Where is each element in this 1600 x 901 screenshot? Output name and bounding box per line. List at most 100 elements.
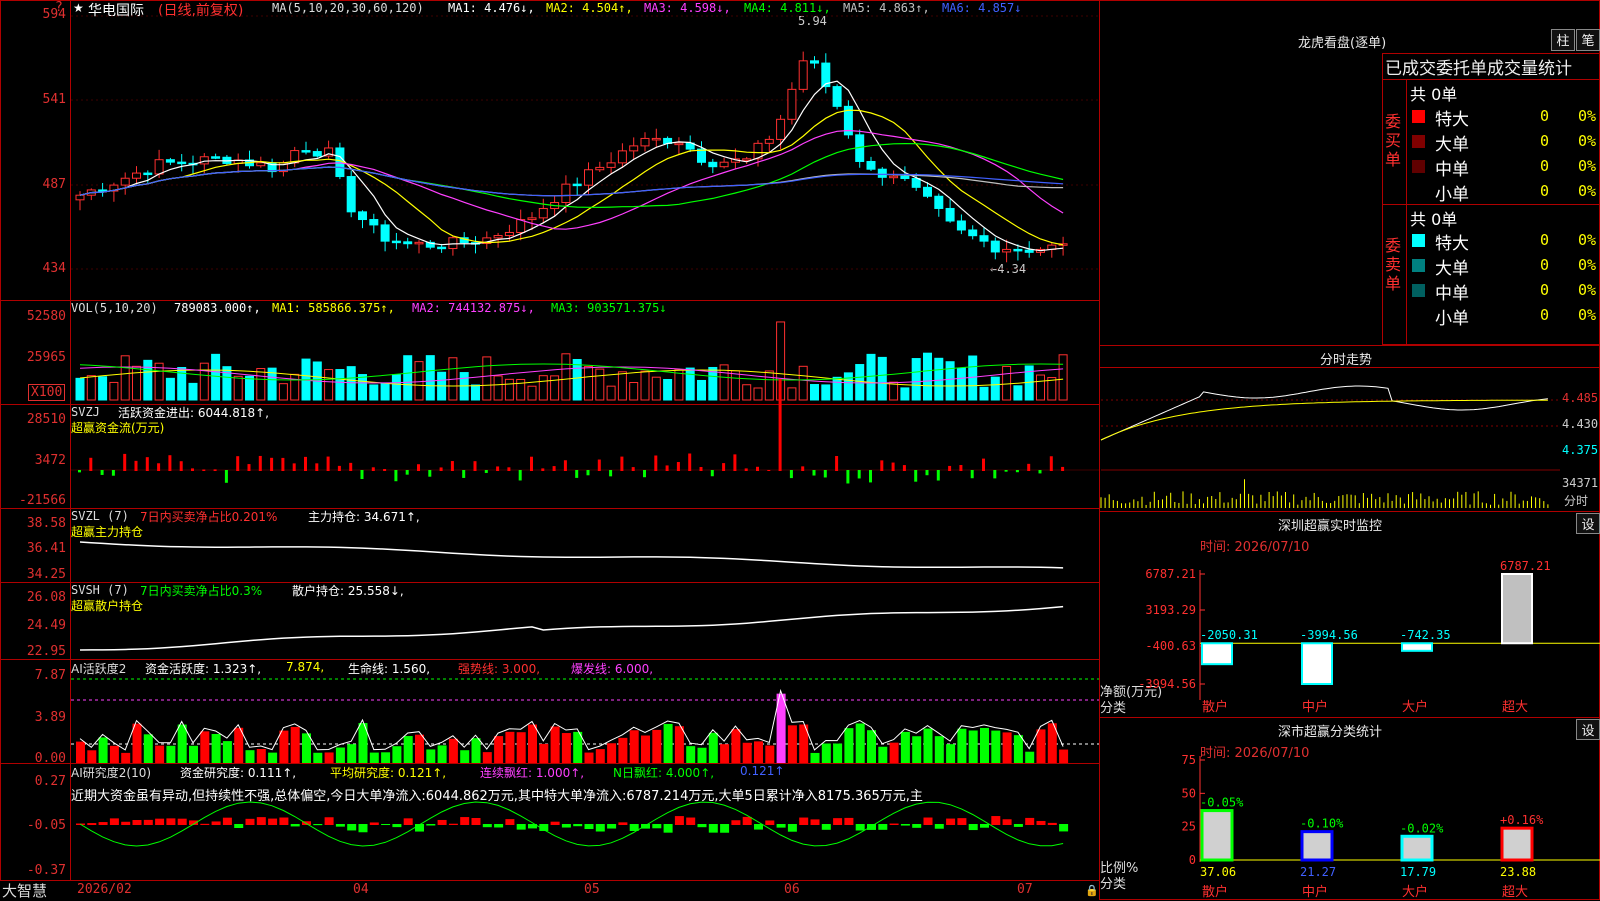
money-flow-bar — [699, 467, 703, 471]
research-bar — [369, 822, 379, 825]
money-flow-bar — [936, 470, 940, 481]
row-color-swatch — [1412, 135, 1425, 148]
money-flow-bar — [586, 470, 590, 476]
candle-body — [923, 186, 932, 197]
candle-body — [708, 161, 718, 168]
volume-bar — [855, 364, 865, 401]
volume-bar — [584, 366, 593, 401]
candle-body — [312, 151, 322, 157]
volume-bar — [730, 370, 740, 401]
money-flow-bar — [337, 465, 341, 471]
money-flow-bar — [428, 470, 432, 477]
activity-bar — [652, 729, 662, 763]
research-bar — [505, 819, 515, 825]
activity-bar — [754, 741, 763, 763]
research-bar — [87, 823, 97, 825]
research-bar — [697, 824, 707, 828]
volume-bar — [787, 387, 797, 401]
activity-bar — [448, 738, 458, 763]
money-flow-bar — [778, 379, 782, 471]
volume-bar — [245, 375, 254, 401]
volume-bar — [595, 368, 605, 401]
classify-panel — [1099, 717, 1600, 900]
activity-bar — [900, 731, 910, 763]
money-flow-bar — [620, 456, 624, 471]
research-bar — [561, 824, 571, 828]
row-color-swatch — [1412, 110, 1425, 123]
candle-body — [165, 159, 175, 163]
divider — [1382, 204, 1600, 205]
money-flow-bar — [688, 453, 692, 471]
row-percent: 0% — [1578, 132, 1597, 150]
research-bar — [765, 820, 775, 825]
money-flow-bar — [665, 465, 669, 471]
row-percent: 0% — [1578, 281, 1597, 299]
activity-bar — [934, 736, 944, 763]
intraday-vol: 34371 — [1562, 476, 1599, 490]
volume-bar — [843, 372, 853, 401]
candle-body — [448, 237, 458, 250]
money-flow-bar — [925, 470, 929, 476]
money-flow-bar — [982, 458, 985, 471]
candle-body — [301, 150, 311, 153]
activity-bar — [279, 730, 289, 763]
activity-bar — [697, 747, 707, 763]
candle-body — [493, 235, 503, 239]
volume-bar — [86, 375, 96, 401]
money-flow-bar — [213, 469, 217, 471]
money-flow-bar — [710, 470, 714, 477]
volume-bar — [538, 375, 548, 401]
candle-body — [776, 118, 786, 140]
volume-bar — [934, 357, 944, 401]
research-bar — [109, 818, 119, 825]
activity-bar — [166, 745, 176, 763]
candle-body — [674, 142, 684, 146]
money-flow-bar — [643, 470, 646, 478]
intraday-panel[interactable] — [1099, 345, 1600, 512]
volume-bar — [1058, 354, 1068, 401]
research-bar — [448, 823, 458, 825]
bar-view-button[interactable]: 柱 — [1551, 29, 1575, 51]
research-bar — [980, 824, 989, 828]
tick-view-button[interactable]: 笔 — [1576, 29, 1600, 51]
candle-body — [640, 137, 650, 147]
volume-bar — [471, 384, 480, 401]
classify-settings-button[interactable]: 设 — [1576, 719, 1600, 740]
classify-title: 深市超赢分类统计 — [1278, 725, 1383, 740]
research-bar — [166, 818, 176, 825]
row-color-swatch — [1412, 309, 1425, 322]
activity-bar — [607, 743, 617, 763]
money-flow-bar — [100, 470, 104, 475]
volume-bar — [821, 384, 831, 401]
monitor-settings-button[interactable]: 设 — [1576, 513, 1600, 534]
candle-body — [143, 172, 153, 176]
kline-chart-canvas — [71, 15, 1099, 847]
activity-bar — [946, 744, 956, 763]
research-bar — [471, 817, 481, 825]
candle-body — [911, 178, 921, 188]
research-bar — [426, 824, 436, 826]
activity-bar — [889, 742, 899, 763]
candle-body — [538, 208, 548, 219]
money-flow-bar — [518, 470, 522, 481]
activity-bar — [855, 723, 865, 763]
activity-bar — [268, 752, 278, 763]
research-bar — [674, 816, 684, 825]
activity-bar — [245, 750, 255, 763]
volume-bar — [1013, 385, 1023, 401]
activity-bar — [121, 752, 131, 763]
money-flow-bar — [722, 463, 726, 471]
volume-bar — [290, 373, 300, 401]
activity-bar — [1013, 735, 1023, 763]
volume-bar — [233, 375, 243, 401]
volume-bar — [120, 355, 130, 401]
research-bar — [516, 824, 526, 830]
volume-bar — [403, 355, 413, 401]
row-name: 小单 — [1435, 309, 1469, 329]
money-flow-bar — [970, 470, 974, 479]
money-flow-bar — [846, 470, 850, 484]
volume-bar — [697, 379, 706, 401]
research-bar — [799, 817, 809, 825]
money-flow-bar — [111, 470, 115, 476]
candle-body — [934, 195, 944, 209]
